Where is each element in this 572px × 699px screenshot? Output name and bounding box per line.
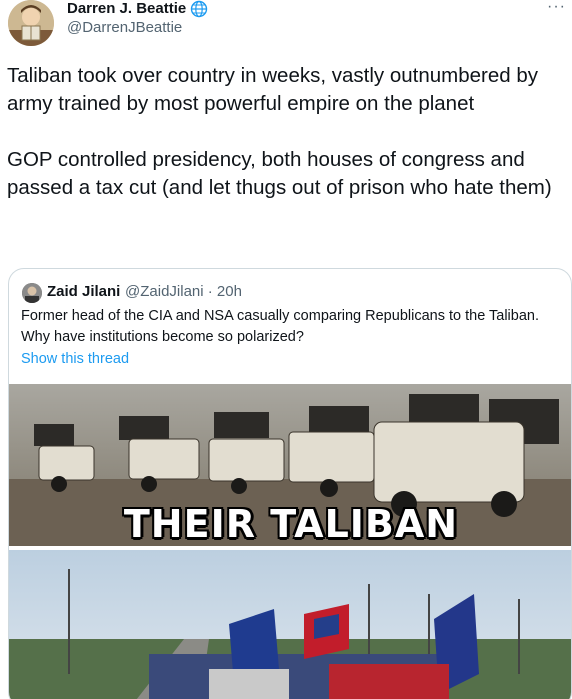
quoted-author-meta[interactable]: @ZaidJilani · 20h [125,283,242,301]
author-avatar[interactable] [8,0,54,46]
meme-caption: THEIR TALIBAN [123,502,459,546]
author-name[interactable]: Darren J. Beattie [67,0,186,18]
tweet-paragraph: GOP controlled presidency, both houses o… [7,148,552,199]
show-thread-link[interactable]: Show this thread [21,350,129,368]
globe-icon [190,0,208,18]
author-handle[interactable]: @DarrenJBeattie [67,19,182,37]
tweet-body: Taliban took over country in weeks, vast… [7,62,567,202]
quoted-author-name[interactable]: Zaid Jilani [47,283,120,301]
more-options-icon[interactable]: ··· [547,0,566,15]
tweet-paragraph: Taliban took over country in weeks, vast… [7,64,538,115]
quoted-tweet-text: Former head of the CIA and NSA casually … [21,308,539,345]
tweet-header: Darren J. Beattie @DarrenJBeattie ··· [0,0,572,56]
quoted-author-avatar[interactable] [22,283,42,303]
meme-image[interactable]: THEIR TALIBAN [9,384,571,699]
quoted-tweet[interactable]: Zaid Jilani @ZaidJilani · 20h Former hea… [8,268,572,699]
